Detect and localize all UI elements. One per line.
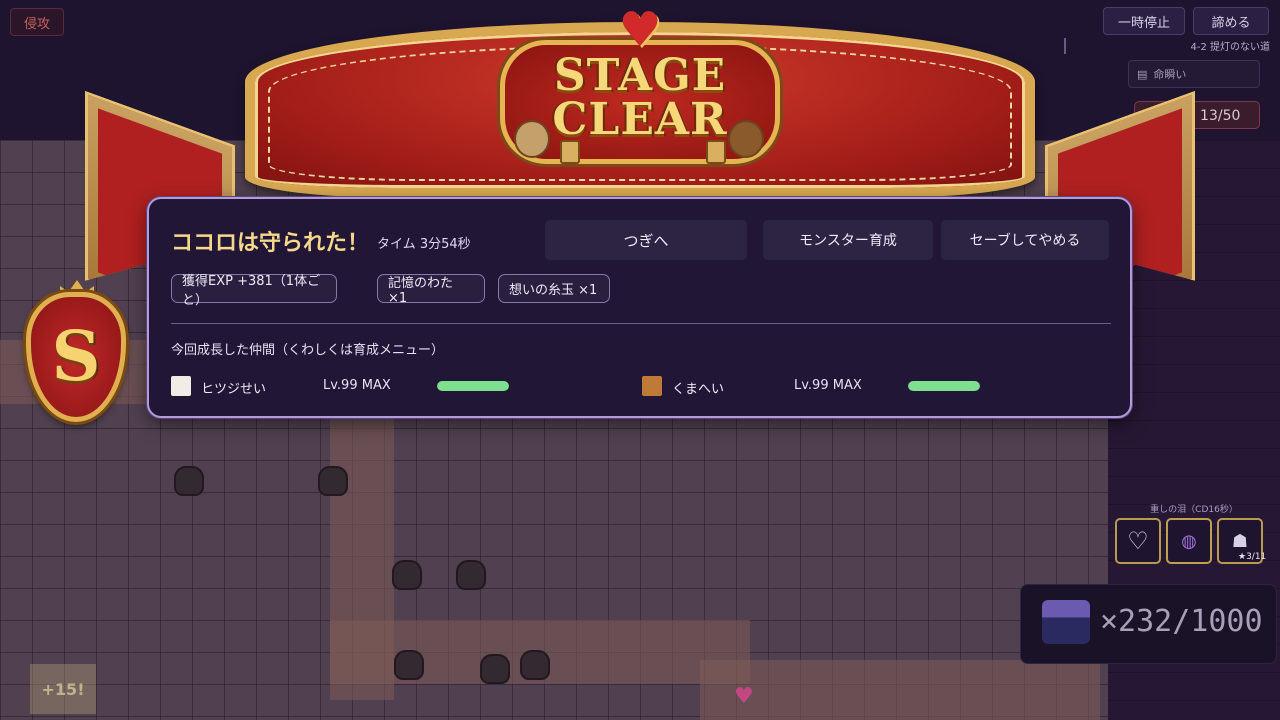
heart-icon: ♥ — [618, 2, 662, 58]
result-title: ココロは守られた！ — [171, 231, 370, 256]
save-and-quit-button[interactable]: セーブしてやめる — [941, 220, 1109, 260]
stage-label: 4-2 提灯のない道 — [1190, 42, 1270, 53]
clear-time: タイム 3分54秒 — [377, 237, 471, 252]
ally-color-swatch — [642, 376, 662, 396]
map-name-label: 命瞬い — [1153, 68, 1187, 81]
grown-allies-label: 今回成長した仲間（くわしくは育成メニュー） — [171, 343, 445, 358]
skill-label: 重しの泪（CD16秒） — [1150, 505, 1238, 515]
monster-sprite-icon — [1042, 600, 1090, 644]
map-name-box: ▤ 命瞬い — [1128, 60, 1260, 88]
skill-slot-tear[interactable]: ◍ — [1166, 518, 1212, 564]
ally-name: ヒツジせい — [201, 382, 267, 397]
slot-count: ★3/11 — [1238, 552, 1267, 562]
reward-exp-chip: 獲得EXP +381（1体ごと） — [171, 274, 337, 308]
next-button[interactable]: つぎへ — [545, 220, 747, 260]
thread-spool-icon — [560, 140, 580, 164]
heart-outline-icon: ♡ — [1127, 527, 1149, 555]
monster-training-button[interactable]: モンスター育成 — [763, 220, 933, 260]
hud-divider — [1064, 38, 1066, 54]
ally-exp-bar-fill — [437, 381, 509, 391]
thread-spool-icon — [706, 140, 726, 164]
reward-item-chip: 記憶のわた ×1 — [377, 274, 485, 306]
reward-item-chip: 想いの糸玉 ×1 — [498, 274, 610, 303]
ally-exp-bar-fill — [908, 381, 980, 391]
map-icon: ▤ — [1137, 67, 1148, 81]
monster-counter: ×232/1000 — [1100, 604, 1263, 639]
tear-icon: ◍ — [1181, 530, 1197, 552]
panel-divider — [171, 323, 1111, 324]
ally-level: Lv.99 MAX — [323, 378, 391, 393]
ally-color-swatch — [171, 376, 191, 396]
result-panel: ココロは守られた！ タイム 3分54秒 つぎへ モンスター育成 セーブしてやめる… — [147, 197, 1132, 418]
skill-slot-heart[interactable]: ♡ — [1115, 518, 1161, 564]
ally-row: くまへい Lv.99 MAX — [642, 375, 1102, 397]
invade-tag: 侵攻 — [10, 8, 64, 36]
ally-exp-bar — [908, 381, 980, 391]
give-up-button[interactable]: 諦める — [1193, 7, 1269, 35]
ally-exp-bar — [437, 381, 509, 391]
teddy-bear-icon — [728, 120, 764, 158]
rank-letter: S — [51, 317, 101, 397]
voodoo-doll-icon — [514, 120, 550, 158]
ally-level: Lv.99 MAX — [794, 378, 862, 393]
pause-button[interactable]: 一時停止 — [1103, 7, 1185, 35]
ally-row: ヒツジせい Lv.99 MAX — [171, 375, 631, 397]
monster-portrait-icon: ☗ — [1231, 530, 1249, 552]
ally-name: くまへい — [672, 382, 725, 397]
